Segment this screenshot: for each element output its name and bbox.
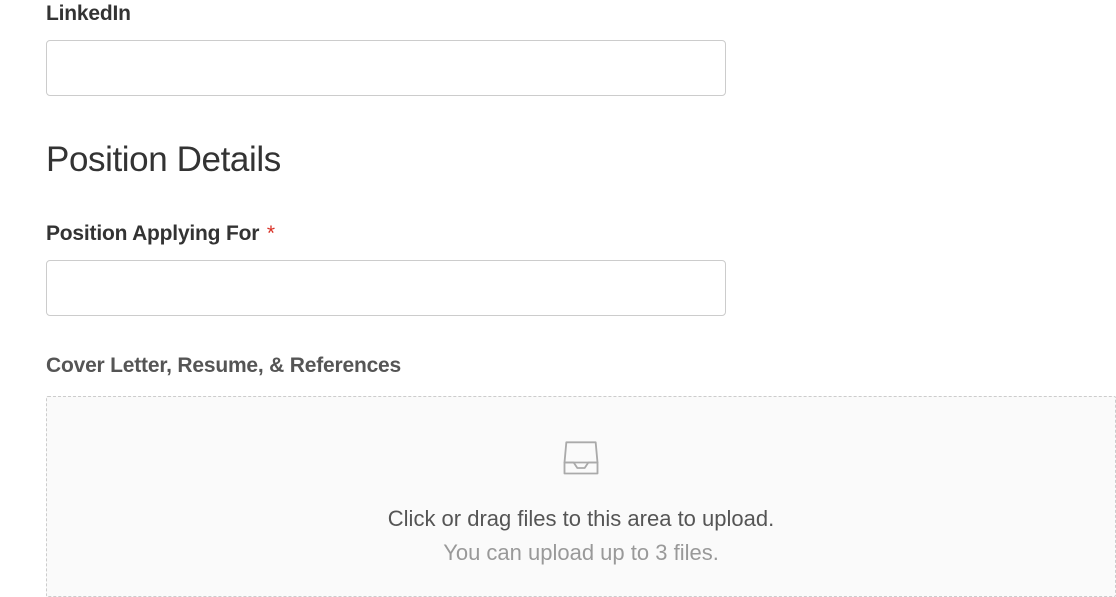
file-upload-area[interactable]: Click or drag files to this area to uplo… (46, 396, 1116, 597)
position-label-text: Position Applying For (46, 222, 259, 245)
position-input[interactable] (46, 260, 726, 316)
position-details-heading: Position Details (46, 140, 1116, 180)
upload-primary-text: Click or drag files to this area to uplo… (47, 506, 1115, 532)
inbox-icon (559, 435, 603, 484)
upload-secondary-text: You can upload up to 3 files. (47, 540, 1115, 566)
linkedin-label: LinkedIn (46, 2, 1116, 26)
upload-label: Cover Letter, Resume, & References (46, 354, 1116, 378)
linkedin-input[interactable] (46, 40, 726, 96)
position-field-group: Position Applying For * (46, 222, 1116, 316)
linkedin-field-group: LinkedIn (46, 2, 1116, 96)
position-label: Position Applying For * (46, 222, 1116, 246)
required-mark: * (267, 222, 275, 245)
